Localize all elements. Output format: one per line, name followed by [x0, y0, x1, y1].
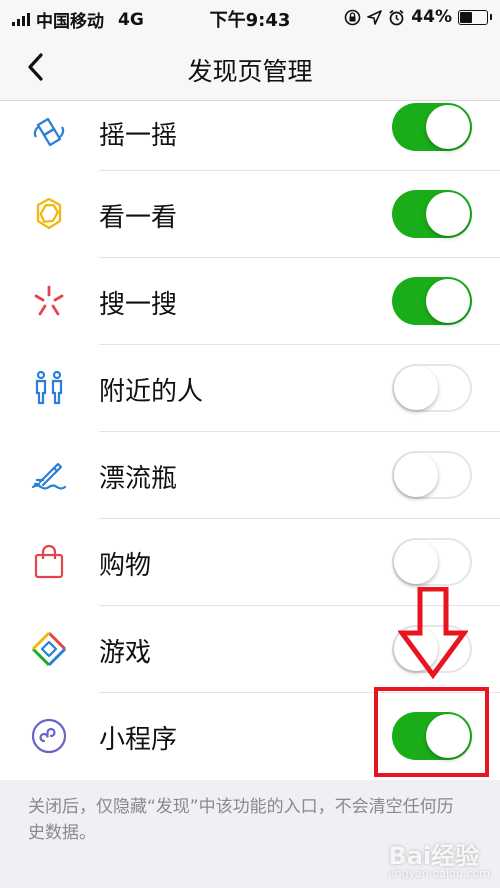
- shopping-bag-icon: [34, 544, 64, 579]
- alarm-icon: [389, 9, 404, 25]
- watermark-sub: jingyan.baidu.com: [388, 867, 490, 880]
- shake-icon: [33, 117, 65, 147]
- item-label: 游戏: [99, 638, 152, 668]
- list-item-people-nearby: 附近的人: [0, 345, 500, 432]
- top-stories-icon: [36, 197, 62, 230]
- highlight-box: [374, 687, 489, 777]
- page-title: 发现页管理: [187, 57, 313, 86]
- watermark: Bai经验 jingyan.baidu.com: [388, 836, 490, 880]
- item-label: 看一看: [99, 203, 178, 233]
- nav-bar: 发现页管理: [0, 34, 500, 101]
- list-item-top-stories: 看一看: [0, 171, 500, 258]
- toggle-switch[interactable]: [392, 451, 472, 499]
- search-sparkle-icon: [34, 285, 64, 316]
- arrow-down-icon: [398, 587, 468, 679]
- location-icon: [367, 9, 383, 25]
- status-right: 44%: [344, 7, 492, 27]
- list-item-search: 搜一搜: [0, 258, 500, 345]
- toggle-switch[interactable]: [392, 538, 472, 586]
- watermark-text: Bai经验: [388, 842, 480, 870]
- status-bar: 中国移动 4G 下午9:43 44%: [0, 0, 500, 34]
- battery-percent: 44%: [411, 7, 452, 27]
- list-item-drift-bottle: 漂流瓶: [0, 432, 500, 519]
- games-icon: [31, 631, 67, 667]
- battery-icon: [458, 9, 492, 25]
- people-nearby-icon: [35, 370, 63, 405]
- drift-bottle-icon: [31, 462, 67, 490]
- toggle-switch[interactable]: [392, 364, 472, 412]
- item-label: 购物: [99, 551, 152, 581]
- mini-program-icon: [31, 718, 67, 754]
- toggle-switch[interactable]: [392, 103, 472, 151]
- toggle-switch[interactable]: [392, 190, 472, 238]
- list-item-shake: 摇一摇: [0, 101, 500, 171]
- toggle-switch[interactable]: [392, 277, 472, 325]
- item-label: 搜一搜: [99, 290, 178, 320]
- item-label: 附近的人: [99, 377, 204, 407]
- item-label: 漂流瓶: [99, 464, 178, 494]
- rotation-lock-icon: [344, 9, 361, 25]
- item-label: 小程序: [99, 725, 178, 755]
- item-label: 摇一摇: [99, 121, 178, 151]
